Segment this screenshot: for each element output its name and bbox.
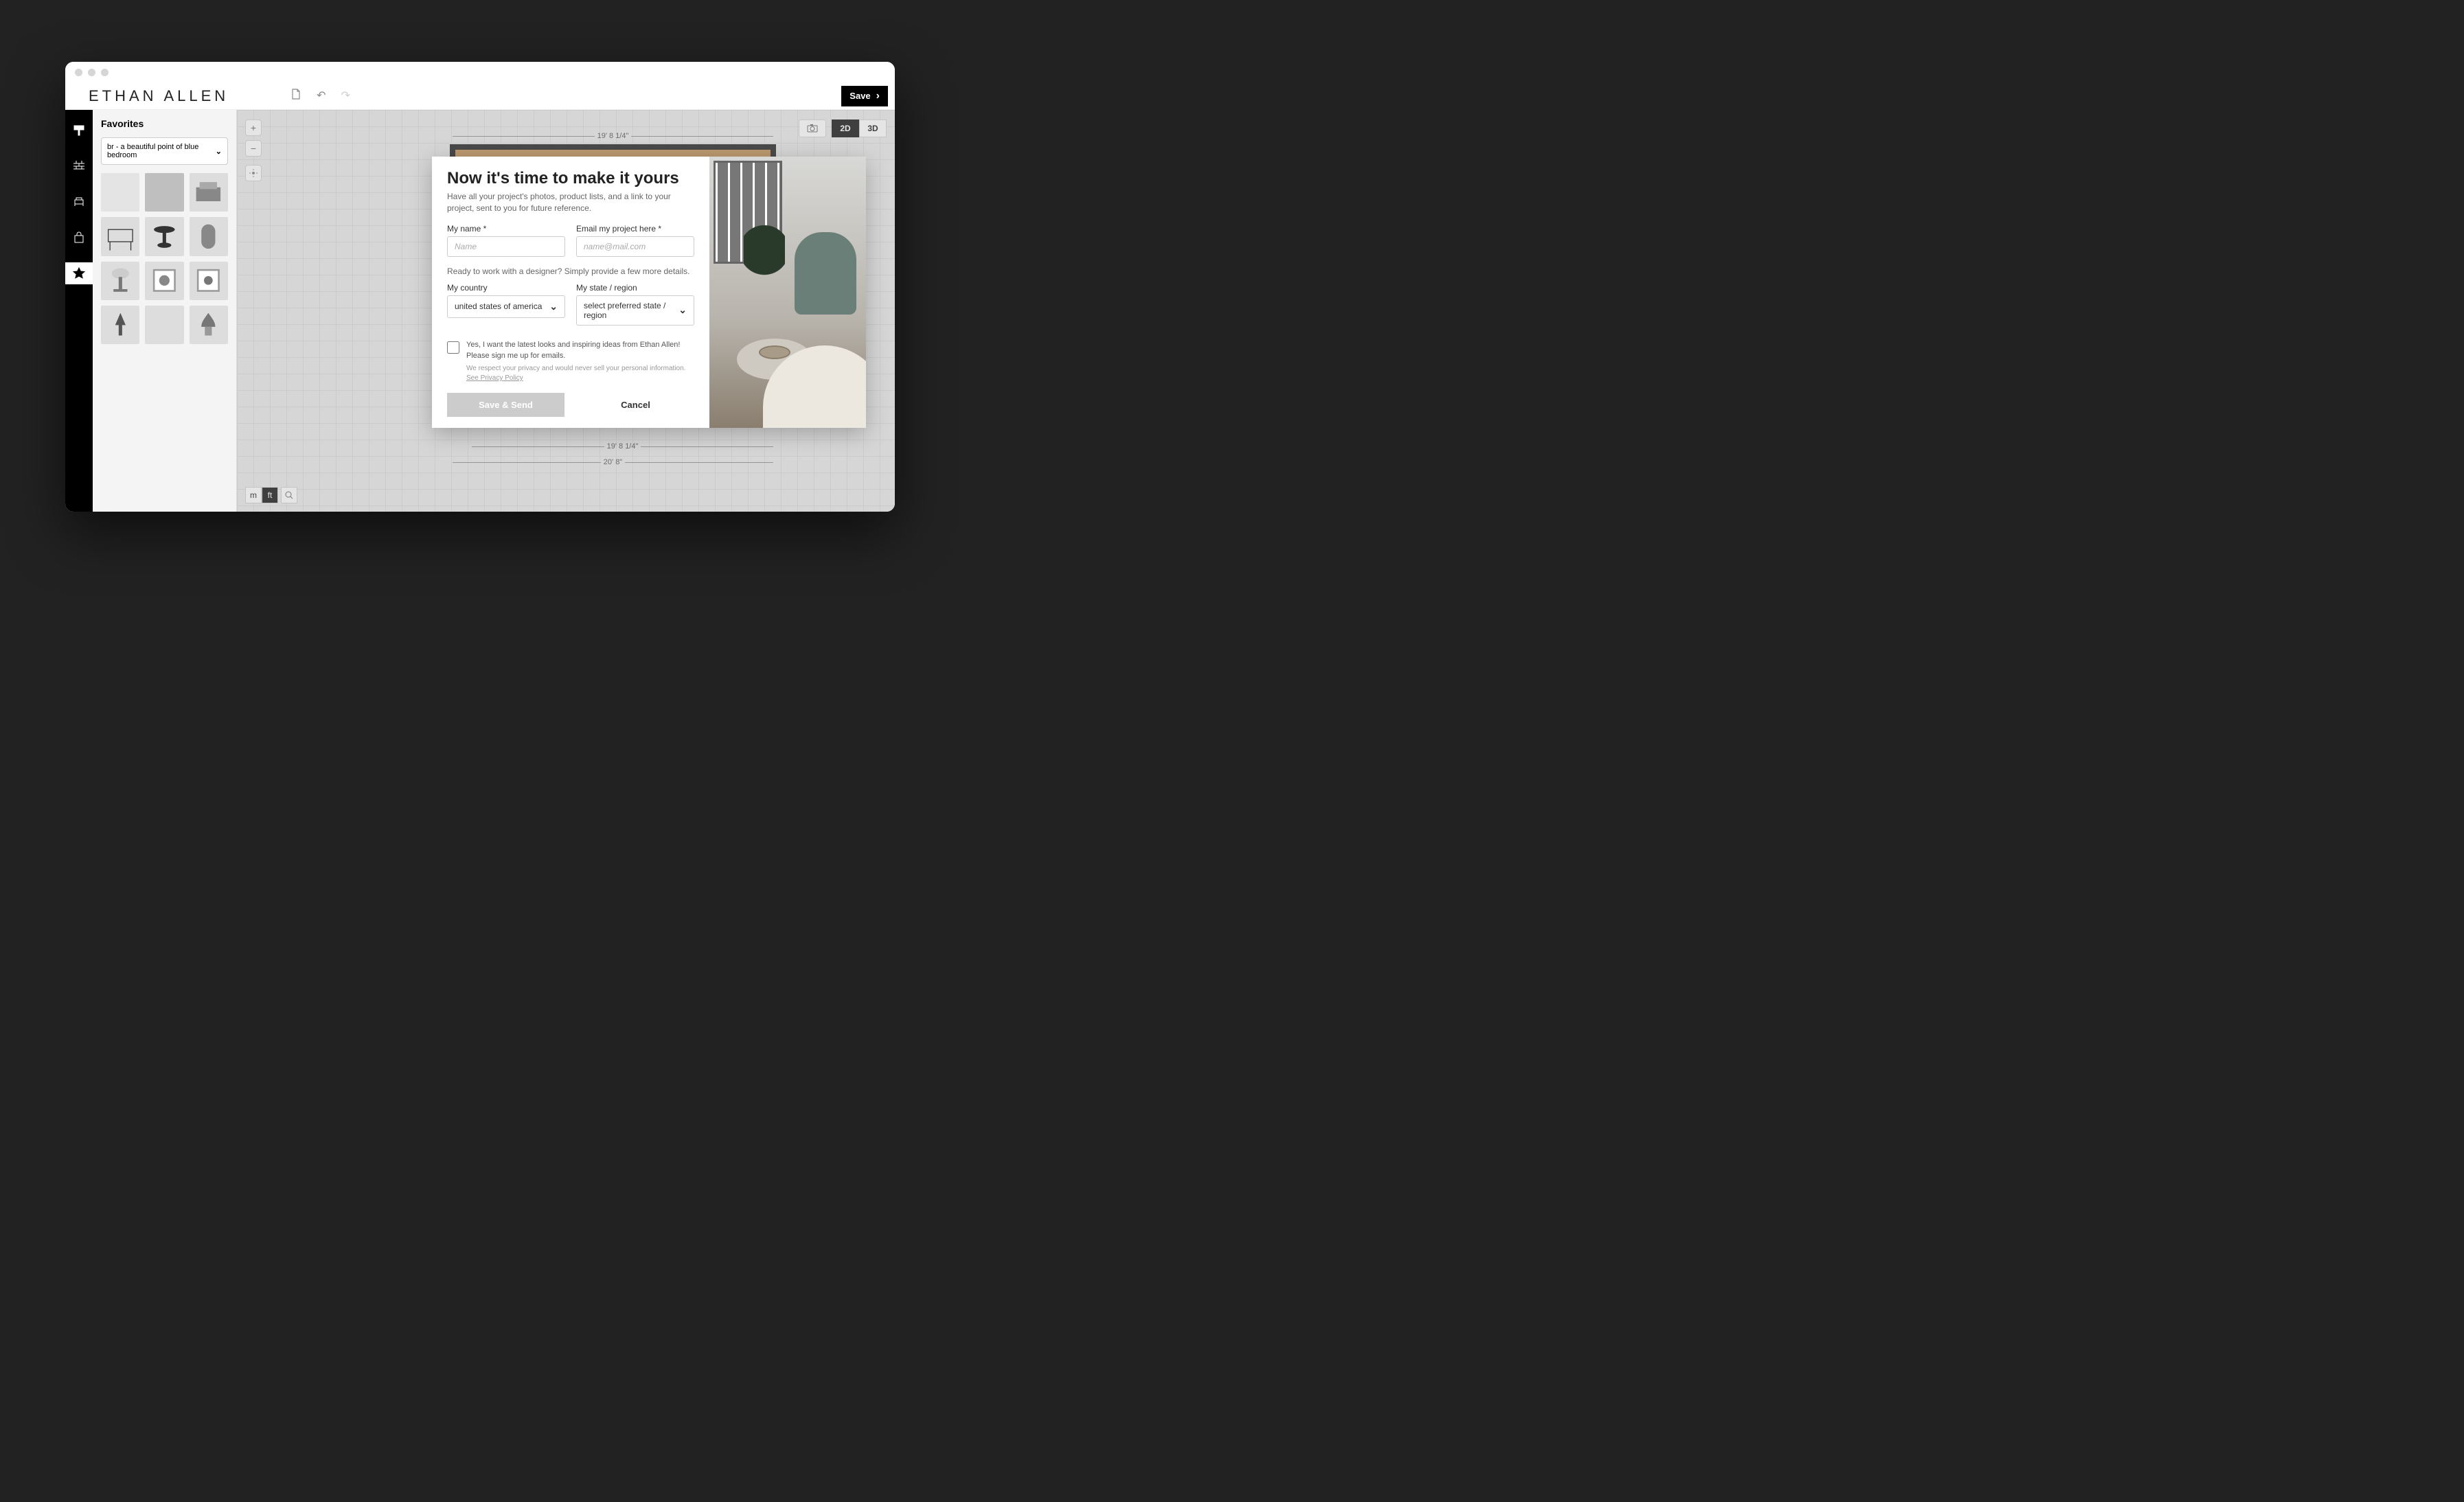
window-titlebar: [65, 62, 895, 82]
privacy-policy-link[interactable]: See Privacy Policy: [466, 374, 523, 382]
window-min-dot[interactable]: [88, 69, 95, 76]
name-input[interactable]: [447, 236, 565, 257]
rail-bag-icon[interactable]: [65, 227, 93, 249]
new-file-icon[interactable]: [290, 89, 301, 103]
sidebar-title: Favorites: [101, 118, 228, 129]
fav-thumb-11[interactable]: [145, 306, 183, 344]
name-label: My name *: [447, 224, 565, 234]
fav-thumb-8[interactable]: [145, 262, 183, 300]
brand-logo: ETHAN ALLEN: [89, 87, 229, 105]
fav-thumb-12[interactable]: [190, 306, 228, 344]
state-value: select preferred state / region: [584, 301, 678, 320]
fav-thumb-6[interactable]: [190, 217, 228, 255]
optin-main-text: Yes, I want the latest looks and inspiri…: [466, 340, 694, 361]
fav-thumb-2[interactable]: [145, 173, 183, 212]
fav-thumb-7[interactable]: [101, 262, 139, 300]
country-label: My country: [447, 283, 565, 293]
modal-title: Now it's time to make it yours: [447, 169, 694, 188]
email-input[interactable]: [576, 236, 694, 257]
save-button[interactable]: Save: [841, 86, 888, 106]
optin-fine-text: We respect your privacy and would never …: [466, 365, 685, 372]
country-select[interactable]: united states of america: [447, 295, 565, 318]
save-send-button[interactable]: Save & Send: [447, 393, 564, 417]
rail-paint-icon[interactable]: [65, 120, 93, 141]
rail-wall-icon[interactable]: [65, 155, 93, 177]
save-button-label: Save: [849, 91, 870, 101]
rail-furniture-icon[interactable]: [65, 191, 93, 213]
fav-thumb-3[interactable]: [190, 173, 228, 212]
fav-thumb-5[interactable]: [145, 217, 183, 255]
rail-favorites-icon[interactable]: [65, 262, 93, 284]
window-max-dot[interactable]: [101, 69, 109, 76]
sidebar: Favorites br - a beautiful point of blue…: [93, 110, 237, 512]
favorites-collection-dropdown[interactable]: br - a beautiful point of blue bedroom: [101, 137, 228, 165]
favorites-grid: [101, 173, 228, 344]
modal-subtitle: Have all your project's photos, product …: [447, 191, 694, 214]
state-label: My state / region: [576, 283, 694, 293]
modal-form: Now it's time to make it yours Have all …: [432, 157, 709, 428]
undo-icon[interactable]: ↶: [317, 89, 326, 103]
fav-thumb-4[interactable]: [101, 217, 139, 255]
country-value: united states of america: [455, 301, 542, 311]
topbar: ETHAN ALLEN ↶ ↷ Save: [65, 82, 895, 110]
fav-thumb-1[interactable]: [101, 173, 139, 212]
fav-thumb-9[interactable]: [190, 262, 228, 300]
redo-icon[interactable]: ↷: [341, 89, 350, 103]
window-close-dot[interactable]: [75, 69, 82, 76]
app-body: Favorites br - a beautiful point of blue…: [65, 110, 895, 512]
browser-frame: ETHAN ALLEN ↶ ↷ Save: [65, 62, 895, 512]
modal-hero-image: [709, 157, 866, 428]
optin-checkbox[interactable]: [447, 341, 459, 354]
cancel-button[interactable]: Cancel: [577, 393, 694, 417]
icon-rail: [65, 110, 93, 512]
optin-text: Yes, I want the latest looks and inspiri…: [466, 340, 694, 383]
dropdown-value: br - a beautiful point of blue bedroom: [107, 143, 216, 159]
save-project-modal: Now it's time to make it yours Have all …: [432, 157, 866, 428]
designer-hint: Ready to work with a designer? Simply pr…: [447, 266, 694, 276]
toolbar-icons: ↶ ↷: [290, 89, 350, 103]
fav-thumb-10[interactable]: [101, 306, 139, 344]
state-select[interactable]: select preferred state / region: [576, 295, 694, 326]
email-label: Email my project here *: [576, 224, 694, 234]
design-canvas[interactable]: + − 2D 3D 19' 8 1/4" 19' 8 1/4" 20' 8" 1…: [237, 110, 895, 512]
